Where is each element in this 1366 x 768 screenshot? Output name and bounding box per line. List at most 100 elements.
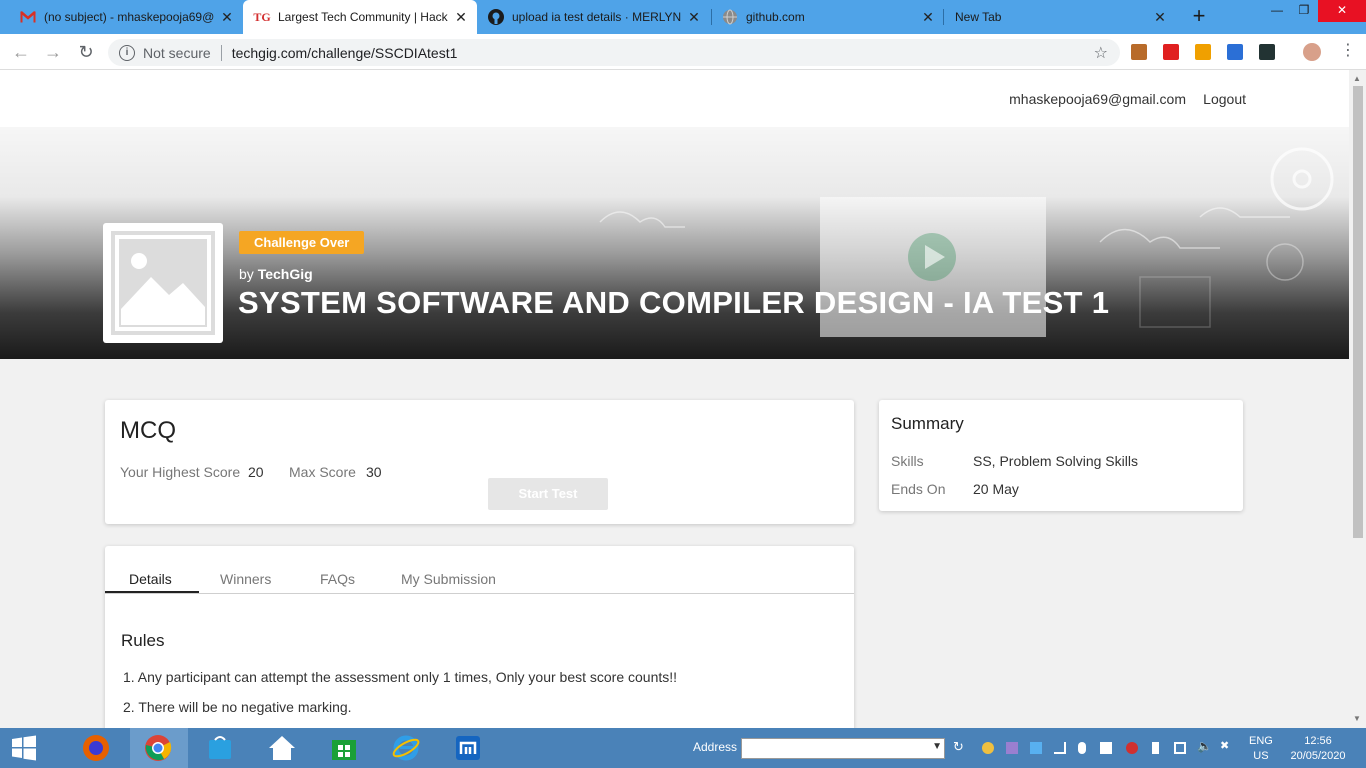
- browser-tabstrip: (no subject) - mhaskepooja69@ ✕ TG Large…: [0, 0, 1366, 34]
- close-icon[interactable]: ✕: [918, 9, 938, 26]
- rule-item: 1. Any participant can attempt the asses…: [123, 669, 678, 685]
- display-icon[interactable]: [1174, 742, 1186, 754]
- tab-winners[interactable]: Winners: [220, 571, 271, 587]
- skills-label: Skills: [891, 453, 924, 469]
- reload-icon[interactable]: ↻: [75, 41, 97, 63]
- max-score-label: Max Score: [289, 464, 356, 480]
- windows-store-icon[interactable]: [328, 732, 360, 764]
- organizer-byline: by TechGig: [239, 266, 313, 282]
- browser-toolbar: ← → ↻ i Not secure techgig.com/challenge…: [0, 34, 1366, 70]
- address-toolbar-label: Address: [693, 740, 738, 754]
- battery-icon[interactable]: [1152, 742, 1159, 754]
- firefox-icon[interactable]: [80, 732, 112, 764]
- tab-faqs[interactable]: FAQs: [320, 571, 355, 587]
- info-icon[interactable]: i: [119, 44, 135, 61]
- maximize-button[interactable]: ❐: [1289, 0, 1319, 22]
- forward-arrow-icon[interactable]: →: [42, 41, 64, 63]
- close-icon[interactable]: ✕: [1150, 9, 1170, 26]
- chrome-icon[interactable]: [142, 732, 174, 764]
- start-test-button[interactable]: Start Test: [488, 478, 608, 510]
- browser-tab-github-upload[interactable]: upload ia test details · MERLYN ✕: [477, 0, 710, 34]
- tab-title: (no subject) - mhaskepooja69@: [44, 10, 215, 24]
- browser-tab-newtab[interactable]: New Tab ✕: [944, 0, 1176, 34]
- by-prefix: by: [239, 266, 254, 282]
- url-text[interactable]: techgig.com/challenge/SSCDIAtest1: [232, 45, 458, 61]
- rule-item: 2. There will be no negative marking.: [123, 699, 352, 715]
- page-viewport: mhaskepooja69@gmail.com Logout Challenge…: [0, 70, 1349, 728]
- tab-title: New Tab: [955, 10, 1002, 24]
- language-code: ENG: [1249, 735, 1273, 747]
- tray-app-icon[interactable]: [982, 742, 994, 754]
- status-badge: Challenge Over: [239, 231, 365, 254]
- avatar[interactable]: [1303, 43, 1321, 61]
- close-icon[interactable]: ✕: [451, 9, 471, 26]
- close-icon[interactable]: ✕: [684, 9, 704, 26]
- network-icon[interactable]: [1054, 742, 1066, 754]
- logout-link[interactable]: Logout: [1203, 91, 1246, 107]
- window-close-button[interactable]: ✕: [1318, 0, 1366, 22]
- bluetooth-icon[interactable]: [1078, 742, 1086, 754]
- challenge-logo: [103, 223, 223, 343]
- minimize-button[interactable]: —: [1262, 0, 1292, 22]
- techgig-icon: TG: [253, 9, 271, 24]
- organizer-name: TechGig: [257, 266, 313, 282]
- active-tab-indicator: [105, 591, 199, 593]
- store-icon[interactable]: [204, 732, 236, 764]
- page-scrollbar[interactable]: ▲ ▼: [1349, 70, 1366, 728]
- download-icon[interactable]: [1195, 44, 1211, 60]
- refresh-icon[interactable]: ↻: [953, 739, 965, 754]
- security-label: Not secure: [143, 44, 211, 61]
- youtube-icon[interactable]: [1163, 44, 1179, 60]
- scrollbar-thumb[interactable]: [1353, 86, 1363, 538]
- skills-value: SS, Problem Solving Skills: [973, 453, 1138, 469]
- site-header: mhaskepooja69@gmail.com Logout: [0, 70, 1349, 127]
- volume-icon[interactable]: 🔈: [1197, 739, 1212, 753]
- maxthon-icon[interactable]: [452, 732, 484, 764]
- max-score-value: 30: [366, 464, 382, 480]
- tab-details[interactable]: Details: [129, 571, 172, 587]
- browser-tab-techgig[interactable]: TG Largest Tech Community | Hack ✕: [243, 0, 477, 34]
- system-clock[interactable]: 12:56 20/05/2020: [1290, 734, 1346, 764]
- divider: [220, 44, 222, 61]
- action-center-icon[interactable]: ✖: [1220, 739, 1232, 752]
- clock-date: 20/05/2020: [1290, 750, 1346, 762]
- home-icon[interactable]: [266, 732, 298, 764]
- address-bar[interactable]: i Not secure techgig.com/challenge/SSCDI…: [108, 39, 1120, 66]
- clock-time: 12:56: [1304, 735, 1332, 747]
- search-extension-icon[interactable]: [1227, 44, 1243, 60]
- scroll-up-icon[interactable]: ▲: [1353, 74, 1361, 83]
- taskbar-address-input[interactable]: ▼: [741, 738, 945, 759]
- tray-app-icon[interactable]: [1126, 742, 1138, 754]
- chevron-down-icon[interactable]: ▼: [932, 741, 942, 752]
- region-code: US: [1253, 750, 1269, 762]
- challenge-banner: Challenge Over by TechGig SYSTEM SOFTWAR…: [0, 127, 1349, 359]
- extension-icon[interactable]: [1131, 44, 1147, 60]
- ends-on-value: 20 May: [973, 481, 1019, 497]
- windows-start-icon[interactable]: [8, 732, 40, 764]
- new-tab-button[interactable]: +: [1187, 5, 1211, 29]
- video-extension-icon[interactable]: [1259, 44, 1275, 60]
- user-email[interactable]: mhaskepooja69@gmail.com: [1009, 91, 1186, 107]
- ends-on-label: Ends On: [891, 481, 946, 497]
- mcq-card: MCQ Your Highest Score 20 Max Score 30 S…: [105, 400, 854, 524]
- input-language[interactable]: ENG US: [1249, 734, 1273, 764]
- tray-app-icon[interactable]: [1030, 742, 1042, 754]
- tab-my-submission[interactable]: My Submission: [401, 571, 496, 587]
- scroll-down-icon[interactable]: ▼: [1353, 714, 1361, 723]
- bookmark-star-icon[interactable]: ☆: [1094, 43, 1108, 63]
- page-title: SYSTEM SOFTWARE AND COMPILER DESIGN - IA…: [238, 285, 1110, 320]
- close-icon[interactable]: ✕: [217, 9, 237, 26]
- more-menu-icon[interactable]: ⋮: [1340, 42, 1356, 60]
- internet-explorer-icon[interactable]: [390, 732, 422, 764]
- back-arrow-icon[interactable]: ←: [10, 41, 32, 63]
- browser-tab-github[interactable]: github.com ✕: [712, 0, 944, 34]
- windows-taskbar: Address ▼ ↻ 🔈 ✖ ENG US 12:56 20/05/2020: [0, 728, 1366, 768]
- tray-app-icon[interactable]: [1006, 742, 1018, 754]
- github-icon: [488, 9, 504, 25]
- browser-tab-gmail[interactable]: (no subject) - mhaskepooja69@ ✕: [0, 0, 243, 34]
- details-tabs: Details Winners FAQs My Submission: [105, 546, 854, 594]
- summary-card: Summary Skills SS, Problem Solving Skill…: [879, 400, 1243, 511]
- camera-icon[interactable]: [1100, 742, 1112, 754]
- tab-title: github.com: [746, 10, 805, 24]
- tab-title: Largest Tech Community | Hack: [278, 10, 448, 24]
